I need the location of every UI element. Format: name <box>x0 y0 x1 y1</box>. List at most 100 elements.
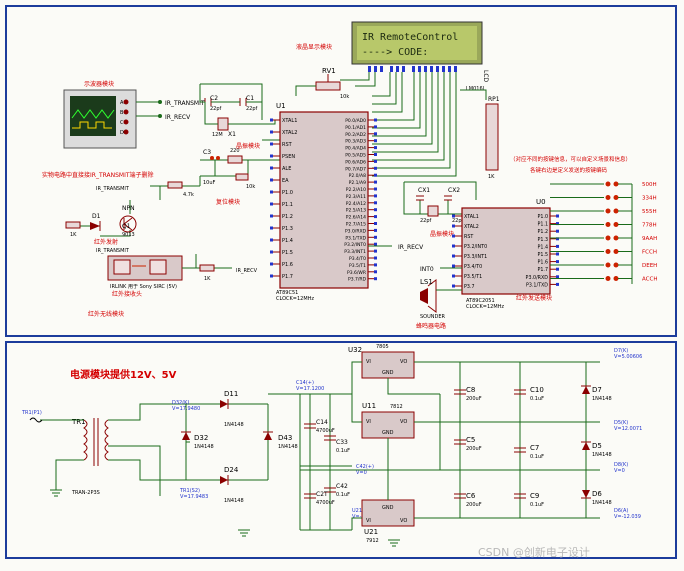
svg-text:C2T: C2T <box>316 491 328 498</box>
svg-text:D6: D6 <box>592 490 602 498</box>
u1-right-pin-dot <box>374 228 377 232</box>
key-buttons: 500H 334H 555H 778H 9AAH FCCH DEEH ACCH <box>550 181 657 284</box>
key-contact-icon <box>613 262 619 268</box>
svg-text:U11: U11 <box>362 402 376 410</box>
u1-left-pin-label: P1.0 <box>282 190 293 196</box>
key-code-label: DEEH <box>642 263 657 269</box>
u0-left-pin-dot <box>452 264 455 268</box>
u0-left-pin-label: XTAL2 <box>464 224 479 230</box>
u1-right-pin-label: P2.7/A15 <box>346 222 366 228</box>
svg-text:A: A <box>120 100 124 106</box>
crystal1-label: 晶振模块 <box>236 142 260 150</box>
u1-right-pin-label: P3.2/INT0 <box>344 242 366 248</box>
u0-right-pin-label: P1.4 <box>537 244 548 250</box>
key-contact-icon <box>605 235 611 241</box>
svg-text:C9: C9 <box>530 492 539 500</box>
u1-right-pin-dot <box>374 173 377 177</box>
reset-circuit: 220 10k C3 10uF <box>200 148 280 190</box>
u0-left-pin-dot <box>452 254 455 258</box>
lcd-model: LM016L <box>466 86 486 92</box>
u0-left-pin-dot <box>452 234 455 238</box>
svg-text:22pf: 22pf <box>420 218 432 224</box>
transformer-tr1: TR1 TRAN-2P3S <box>71 418 109 496</box>
note-transmit: 实物电路中直接接IR_TRANSMIT端子删除 <box>42 171 154 179</box>
u0-right-pin-label: P3.1/TXD <box>526 282 548 288</box>
svg-text:D11: D11 <box>224 390 238 398</box>
svg-text:0.1uF: 0.1uF <box>336 492 350 498</box>
diode-d1 <box>90 221 101 231</box>
u0-left-pin-label: P3.4/T0 <box>464 264 482 270</box>
u0-left-pin-dot <box>452 224 455 228</box>
keys-note1: （对应不同的按键信息，可以自定义场景和信息） <box>510 155 631 163</box>
svg-text:IRLINK: IRLINK <box>110 284 127 290</box>
u1-net-recv: IR_RECV <box>398 244 424 251</box>
u1-left-pin-dot <box>270 226 273 230</box>
u1-left-pin-dot <box>270 274 273 278</box>
svg-text:CX1: CX1 <box>418 187 430 194</box>
svg-text:C42: C42 <box>336 483 348 490</box>
svg-text:7805: 7805 <box>376 344 389 350</box>
svg-text:D24: D24 <box>224 466 239 474</box>
svg-text:0.1uF: 0.1uF <box>530 502 544 508</box>
u1-right-pin-label: P0.7/AD7 <box>345 166 366 172</box>
schematic-svg: IR RemoteControl ----> CODE: LCD LM016L … <box>5 5 677 559</box>
u0-right-pin-dot <box>556 282 559 286</box>
u1-left-pin-dot <box>270 178 273 182</box>
svg-text:C3: C3 <box>203 149 211 156</box>
svg-text:1N4148: 1N4148 <box>592 500 612 506</box>
svg-text:VO: VO <box>400 518 407 524</box>
svg-text:VI: VI <box>366 359 371 365</box>
svg-text:SOUNDER: SOUNDER <box>420 314 446 320</box>
buzzer-label: 蜂鸣器电路 <box>416 322 446 330</box>
u0-right-pin-label: P1.5 <box>537 252 548 258</box>
u1-right-pin-label: P2.6/A14 <box>346 215 366 221</box>
u1-right-pin-dot <box>374 249 377 253</box>
svg-text:1N4148: 1N4148 <box>278 444 298 450</box>
u1-right-pin-label: P0.4/AD4 <box>345 146 366 152</box>
u1-right-pin-dot <box>374 235 377 239</box>
watermark: CSDN @创新电子设计 <box>478 545 590 559</box>
svg-text:LS1: LS1 <box>420 278 433 286</box>
rv1-potentiometer: RV1 10k <box>295 67 349 100</box>
irlink-module: IRLINK 用于 Sony SIRC (5V) <box>107 255 183 290</box>
svg-text:D1: D1 <box>92 213 101 220</box>
svg-text:D5: D5 <box>592 442 602 450</box>
svg-text:C10: C10 <box>530 386 544 394</box>
svg-text:TRAN-2P3S: TRAN-2P3S <box>71 490 100 496</box>
u0-right-pin-label: P1.6 <box>537 260 548 266</box>
u1-right-pin-dot <box>374 256 377 260</box>
u1-right-pin-dot <box>374 139 377 143</box>
u1-right-pin-label: P3.4/T0 <box>349 256 366 262</box>
svg-text:200uF: 200uF <box>466 446 482 452</box>
resistor-4k7 <box>167 181 183 189</box>
ir-rx-label: 红外接收头 <box>112 290 142 298</box>
u1-left-pin-dot <box>270 142 273 146</box>
svg-text:IR_TRANSMIT: IR_TRANSMIT <box>96 248 130 254</box>
svg-text:9013: 9013 <box>122 232 135 238</box>
svg-text:V=5.00606: V=5.00606 <box>614 354 642 360</box>
key-contact-icon <box>613 222 619 227</box>
key-contact-icon <box>605 208 611 214</box>
svg-text:4700uF: 4700uF <box>316 500 335 506</box>
regulator-u21: GND VI VO U21 7912 <box>361 499 415 544</box>
key-contact-icon <box>613 235 619 241</box>
svg-text:4.7k: 4.7k <box>183 192 194 198</box>
u0-right-pin-dot <box>556 214 559 218</box>
svg-text:CLOCK=12MHz: CLOCK=12MHz <box>276 296 314 302</box>
svg-text:12M: 12M <box>212 132 223 138</box>
u1-right-pin-dot <box>374 215 377 219</box>
svg-text:U0: U0 <box>536 198 546 206</box>
svg-text:1N4148: 1N4148 <box>224 498 244 504</box>
u1-right-pin-dot <box>374 153 377 156</box>
u1-right-pin-dot <box>374 263 377 267</box>
svg-text:1K: 1K <box>488 174 495 180</box>
u1-left-pin-label: PSEN <box>282 154 295 160</box>
svg-text:NPN: NPN <box>122 205 135 212</box>
rp1-resistor-pack: RP1 1K <box>485 96 500 180</box>
svg-text:V=17.1200: V=17.1200 <box>296 386 324 392</box>
u1-right-pin-dot <box>374 146 377 150</box>
u1-right-pin-dot <box>374 159 377 163</box>
u1-left-pin-label: ALE <box>282 166 291 172</box>
svg-text:0.1uF: 0.1uF <box>336 448 350 454</box>
u0-right-pin-dot <box>556 267 559 271</box>
